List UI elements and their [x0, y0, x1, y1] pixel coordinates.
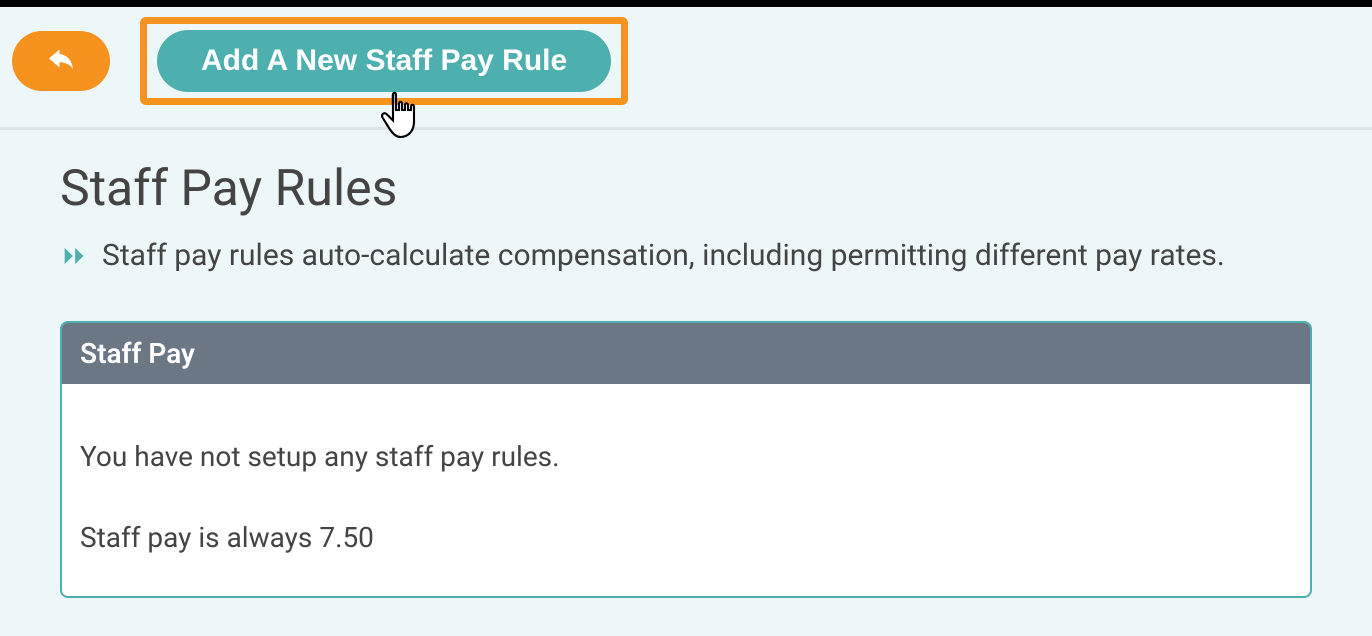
panel-header: Staff Pay [62, 323, 1310, 384]
double-chevron-right-icon [60, 242, 88, 270]
back-arrow-icon [43, 42, 79, 81]
panel-message-empty: You have not setup any staff pay rules. [80, 440, 1292, 473]
add-staff-pay-rule-button[interactable]: Add A New Staff Pay Rule [157, 30, 611, 92]
page-description: Staff pay rules auto-calculate compensat… [102, 238, 1225, 273]
main-content: Staff Pay Rules Staff pay rules auto-cal… [0, 130, 1372, 628]
top-accent-bar [0, 0, 1372, 7]
page-description-row: Staff pay rules auto-calculate compensat… [60, 238, 1312, 273]
staff-pay-panel: Staff Pay You have not setup any staff p… [60, 321, 1312, 598]
cursor-pointer-icon [378, 89, 426, 143]
panel-body: You have not setup any staff pay rules. … [62, 384, 1310, 596]
page-title: Staff Pay Rules [60, 160, 1312, 218]
toolbar: Add A New Staff Pay Rule [0, 7, 1372, 130]
panel-message-default-pay: Staff pay is always 7.50 [80, 521, 1292, 554]
back-button[interactable] [12, 31, 110, 91]
